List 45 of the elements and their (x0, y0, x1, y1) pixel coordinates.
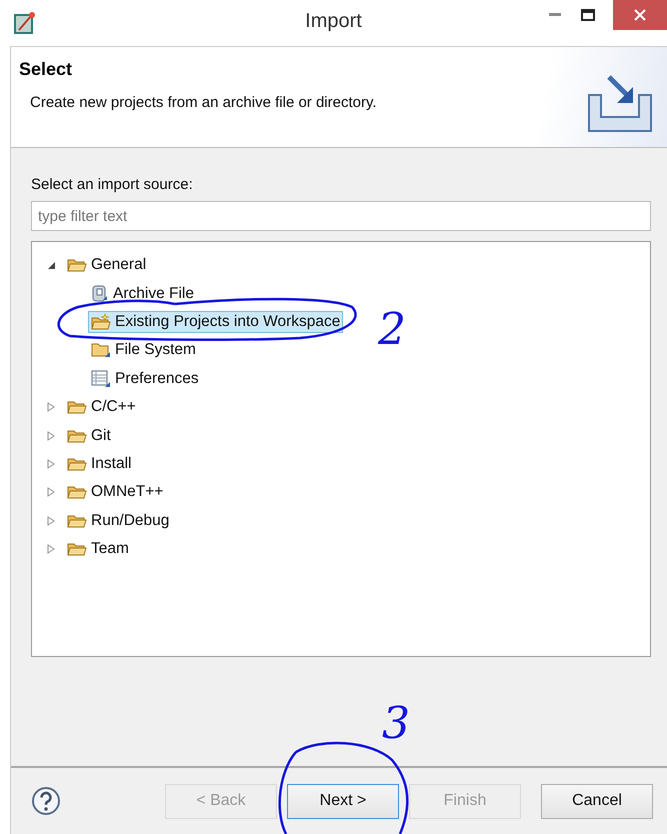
expand-arrow-icon[interactable] (46, 458, 56, 469)
tree-item[interactable]: File System (88, 339, 199, 362)
folder-icon (67, 399, 87, 416)
maximize-icon (581, 9, 595, 21)
expand-arrow-icon[interactable] (46, 544, 56, 554)
source-label: Select an import source: (31, 176, 194, 193)
tree-item[interactable]: Run/Debug (64, 510, 172, 532)
help-icon[interactable] (31, 786, 61, 816)
folder-icon (67, 541, 87, 558)
page-title: Select (19, 59, 74, 80)
folder-icon (91, 312, 111, 331)
tree-item[interactable]: Preferences (88, 368, 202, 390)
folder-icon (67, 428, 87, 444)
tree-item[interactable]: Git (64, 424, 114, 447)
folder-icon (67, 484, 87, 500)
filter-field[interactable]: type filter text (31, 201, 651, 231)
folder-icon (67, 456, 87, 472)
tree-item[interactable]: Team (64, 538, 132, 560)
folder-icon (67, 257, 87, 274)
folder-icon (91, 341, 111, 360)
jar-icon (91, 284, 109, 304)
tree-item[interactable]: General (64, 254, 150, 276)
window-title: Import (305, 10, 362, 33)
tree-item[interactable]: Existing Projects into Workspace (88, 310, 344, 333)
minimize-icon (549, 13, 561, 17)
tree-item[interactable]: Install (64, 452, 134, 475)
list-icon (91, 370, 111, 388)
annotation-number: 2 (378, 308, 406, 352)
import-tray-icon (587, 73, 653, 133)
app-icon (14, 11, 36, 35)
page-description: Create new projects from an archive file or directory. (29, 94, 378, 111)
tree-item[interactable]: Archive File (88, 282, 197, 306)
close-button[interactable] (613, 0, 667, 30)
tree-item[interactable]: C/C++ (64, 396, 139, 418)
dialog-button[interactable]: Cancel (541, 784, 653, 818)
dialog-button[interactable]: Next > (287, 784, 399, 818)
close-icon (634, 9, 646, 21)
tree-item[interactable]: OMNeT++ (64, 481, 166, 504)
annotation-number: 3 (382, 702, 410, 746)
folder-icon (67, 512, 87, 529)
expand-arrow-icon[interactable] (46, 430, 56, 441)
collapse-arrow-icon[interactable] (46, 260, 56, 270)
expand-arrow-icon[interactable] (46, 516, 56, 526)
expand-arrow-icon[interactable] (46, 402, 56, 412)
expand-arrow-icon[interactable] (46, 487, 56, 498)
